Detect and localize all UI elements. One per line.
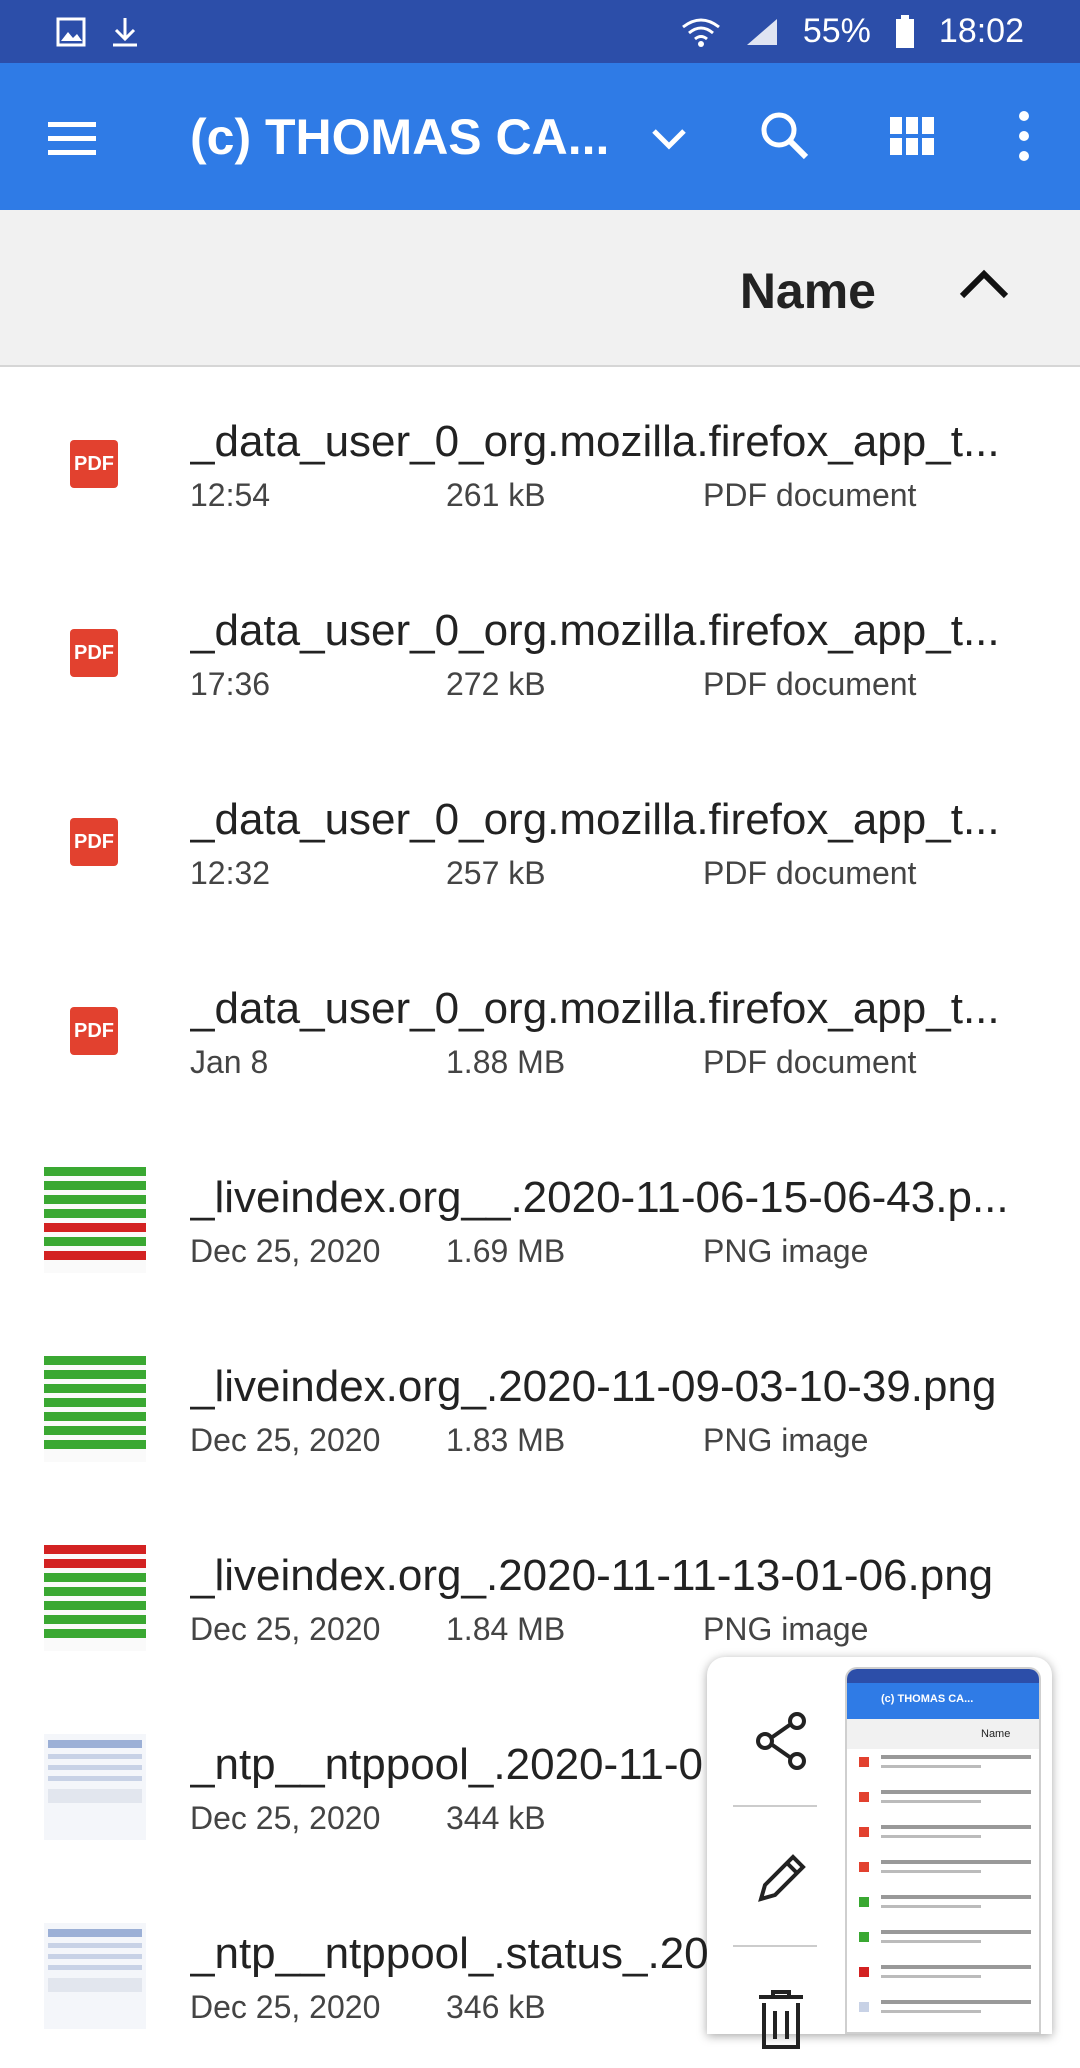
pdf-icon: PDF xyxy=(70,1007,118,1055)
file-type: PDF document xyxy=(703,855,917,891)
signal-icon xyxy=(746,18,777,45)
status-bar: 55% 18:02 xyxy=(0,0,1080,63)
pdf-icon: PDF xyxy=(70,440,118,488)
screenshot-preview[interactable]: (c) THOMAS CA... Name xyxy=(845,1667,1041,2034)
image-thumbnail xyxy=(44,1356,146,1462)
battery-percent: 55% xyxy=(802,12,871,50)
file-size: 1.84 MB xyxy=(446,1611,566,1647)
list-item[interactable]: _liveindex.org_.2020-11-09-03-10-39.png … xyxy=(0,1312,1080,1501)
file-size: 257 kB xyxy=(446,855,546,891)
edit-icon[interactable] xyxy=(751,1849,811,1909)
file-date: 12:32 xyxy=(190,855,271,891)
file-size: 1.88 MB xyxy=(446,1044,566,1080)
file-type: PNG image xyxy=(703,1611,869,1647)
search-icon[interactable] xyxy=(758,109,810,161)
image-icon xyxy=(56,17,86,46)
file-name: _liveindex.org_.2020-11-11-13-01-06.png xyxy=(190,1551,994,1600)
wifi-icon xyxy=(681,18,720,47)
status-time: 18:02 xyxy=(938,12,1024,50)
file-date: 17:36 xyxy=(190,666,271,702)
file-size: 261 kB xyxy=(446,477,546,513)
divider xyxy=(733,1945,817,1947)
list-item[interactable]: PDF _data_user_0_org.mozilla.firefox_app… xyxy=(0,745,1080,934)
file-type: PNG image xyxy=(703,1233,869,1269)
pdf-icon: PDF xyxy=(70,818,118,866)
share-icon[interactable] xyxy=(751,1711,811,1771)
file-size: 272 kB xyxy=(446,666,546,702)
file-type: PDF document xyxy=(703,666,917,702)
pdf-icon: PDF xyxy=(70,629,118,677)
grid-view-icon[interactable] xyxy=(888,113,936,161)
file-type: PNG image xyxy=(703,1422,869,1458)
file-date: Dec 25, 2020 xyxy=(190,1422,381,1458)
preview-title: (c) THOMAS CA... xyxy=(847,1683,1039,1719)
file-date: Jan 8 xyxy=(190,1044,269,1080)
list-item[interactable]: _liveindex.org__.2020-11-06-15-06-43.p..… xyxy=(0,1123,1080,1312)
file-name: _data_user_0_org.mozilla.firefox_app_t..… xyxy=(190,795,1000,844)
file-name: _ntp__ntppool_.2020-11-0 xyxy=(190,1740,703,1789)
image-thumbnail xyxy=(44,1167,146,1273)
file-date: 12:54 xyxy=(190,477,271,513)
battery-icon xyxy=(895,14,914,48)
sort-label[interactable]: Name xyxy=(740,262,876,320)
file-size: 344 kB xyxy=(446,1800,546,1836)
list-item[interactable]: PDF _data_user_0_org.mozilla.firefox_app… xyxy=(0,556,1080,745)
menu-icon[interactable] xyxy=(46,118,98,158)
file-date: Dec 25, 2020 xyxy=(190,1989,381,2025)
file-name: _ntp__ntppool_.status_.20 xyxy=(190,1929,709,1978)
chevron-up-icon[interactable] xyxy=(958,268,1010,302)
folder-title[interactable]: (c) THOMAS CA... xyxy=(190,108,620,166)
trash-icon[interactable] xyxy=(755,1989,807,2049)
file-size: 346 kB xyxy=(446,1989,546,2025)
file-size: 1.69 MB xyxy=(446,1233,566,1269)
preview-sort-label: Name xyxy=(847,1719,1039,1749)
sort-bar[interactable]: Name xyxy=(0,210,1080,367)
file-name: _liveindex.org_.2020-11-09-03-10-39.png xyxy=(190,1362,997,1411)
screenshot-popup[interactable]: (c) THOMAS CA... Name xyxy=(707,1657,1052,2049)
file-name: _data_user_0_org.mozilla.firefox_app_t..… xyxy=(190,606,1000,655)
divider xyxy=(733,1805,817,1807)
file-date: Dec 25, 2020 xyxy=(190,1233,381,1269)
file-type: PDF document xyxy=(703,477,917,513)
image-thumbnail xyxy=(44,1545,146,1651)
more-vert-icon[interactable] xyxy=(1012,108,1036,164)
file-name: _data_user_0_org.mozilla.firefox_app_t..… xyxy=(190,417,1000,466)
app-bar: (c) THOMAS CA... xyxy=(0,63,1080,210)
list-item[interactable]: PDF _data_user_0_org.mozilla.firefox_app… xyxy=(0,367,1080,556)
image-thumbnail xyxy=(44,1734,146,1840)
file-date: Dec 25, 2020 xyxy=(190,1800,381,1836)
download-icon xyxy=(113,17,137,46)
file-name: _liveindex.org__.2020-11-06-15-06-43.p..… xyxy=(190,1173,1009,1222)
file-name: _data_user_0_org.mozilla.firefox_app_t..… xyxy=(190,984,1000,1033)
image-thumbnail xyxy=(44,1923,146,2029)
file-size: 1.83 MB xyxy=(446,1422,566,1458)
chevron-down-icon[interactable] xyxy=(650,121,688,155)
file-date: Dec 25, 2020 xyxy=(190,1611,381,1647)
file-type: PDF document xyxy=(703,1044,917,1080)
list-item[interactable]: PDF _data_user_0_org.mozilla.firefox_app… xyxy=(0,934,1080,1123)
